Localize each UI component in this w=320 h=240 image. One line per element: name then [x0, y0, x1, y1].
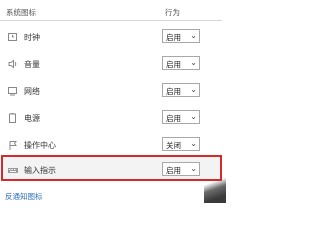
behavior-select-value: 启用: [166, 60, 181, 69]
notification-icons-link[interactable]: 反通知图标: [5, 191, 43, 202]
header-divider: [0, 20, 222, 21]
highlight-annotation-box: [1, 155, 222, 181]
list-item-network: 网络 启用 ⌄: [0, 78, 222, 106]
page-corner-shadow: [204, 171, 226, 203]
behavior-select[interactable]: 启用 ⌄: [162, 29, 200, 43]
behavior-select[interactable]: 启用 ⌄: [162, 110, 200, 124]
behavior-select[interactable]: 关闭 ⌄: [162, 137, 200, 151]
chevron-down-icon: ⌄: [190, 58, 197, 67]
list-item-label: 音量: [24, 60, 40, 69]
volume-icon: [7, 58, 19, 70]
chevron-down-icon: ⌄: [190, 85, 197, 94]
chevron-down-icon: ⌄: [190, 31, 197, 40]
list-item-label: 时钟: [24, 33, 40, 42]
list-item-label: 操作中心: [24, 141, 56, 150]
clock-icon: [7, 31, 19, 43]
chevron-down-icon: ⌄: [190, 112, 197, 121]
list-item-label: 网络: [24, 87, 40, 96]
behavior-select-value: 启用: [166, 114, 181, 123]
list-item-clock: 时钟 启用 ⌄: [0, 24, 222, 52]
behavior-select-value: 启用: [166, 87, 181, 96]
behavior-select[interactable]: 启用 ⌄: [162, 56, 200, 70]
list-item-label: 电源: [24, 114, 40, 123]
list-item-power: 电源 启用 ⌄: [0, 105, 222, 133]
table-header: 系统图标 行为: [0, 0, 226, 20]
chevron-down-icon: ⌄: [190, 139, 197, 148]
action-center-flag-icon: [7, 139, 19, 151]
column-header-system-icons: 系统图标: [6, 8, 36, 17]
behavior-select-value: 启用: [166, 33, 181, 42]
battery-icon: [7, 112, 19, 124]
behavior-select-value: 关闭: [166, 141, 181, 150]
network-icon: [7, 85, 19, 97]
column-header-behavior: 行为: [165, 8, 180, 17]
list-item-volume: 音量 启用 ⌄: [0, 51, 222, 79]
behavior-select[interactable]: 启用 ⌄: [162, 83, 200, 97]
